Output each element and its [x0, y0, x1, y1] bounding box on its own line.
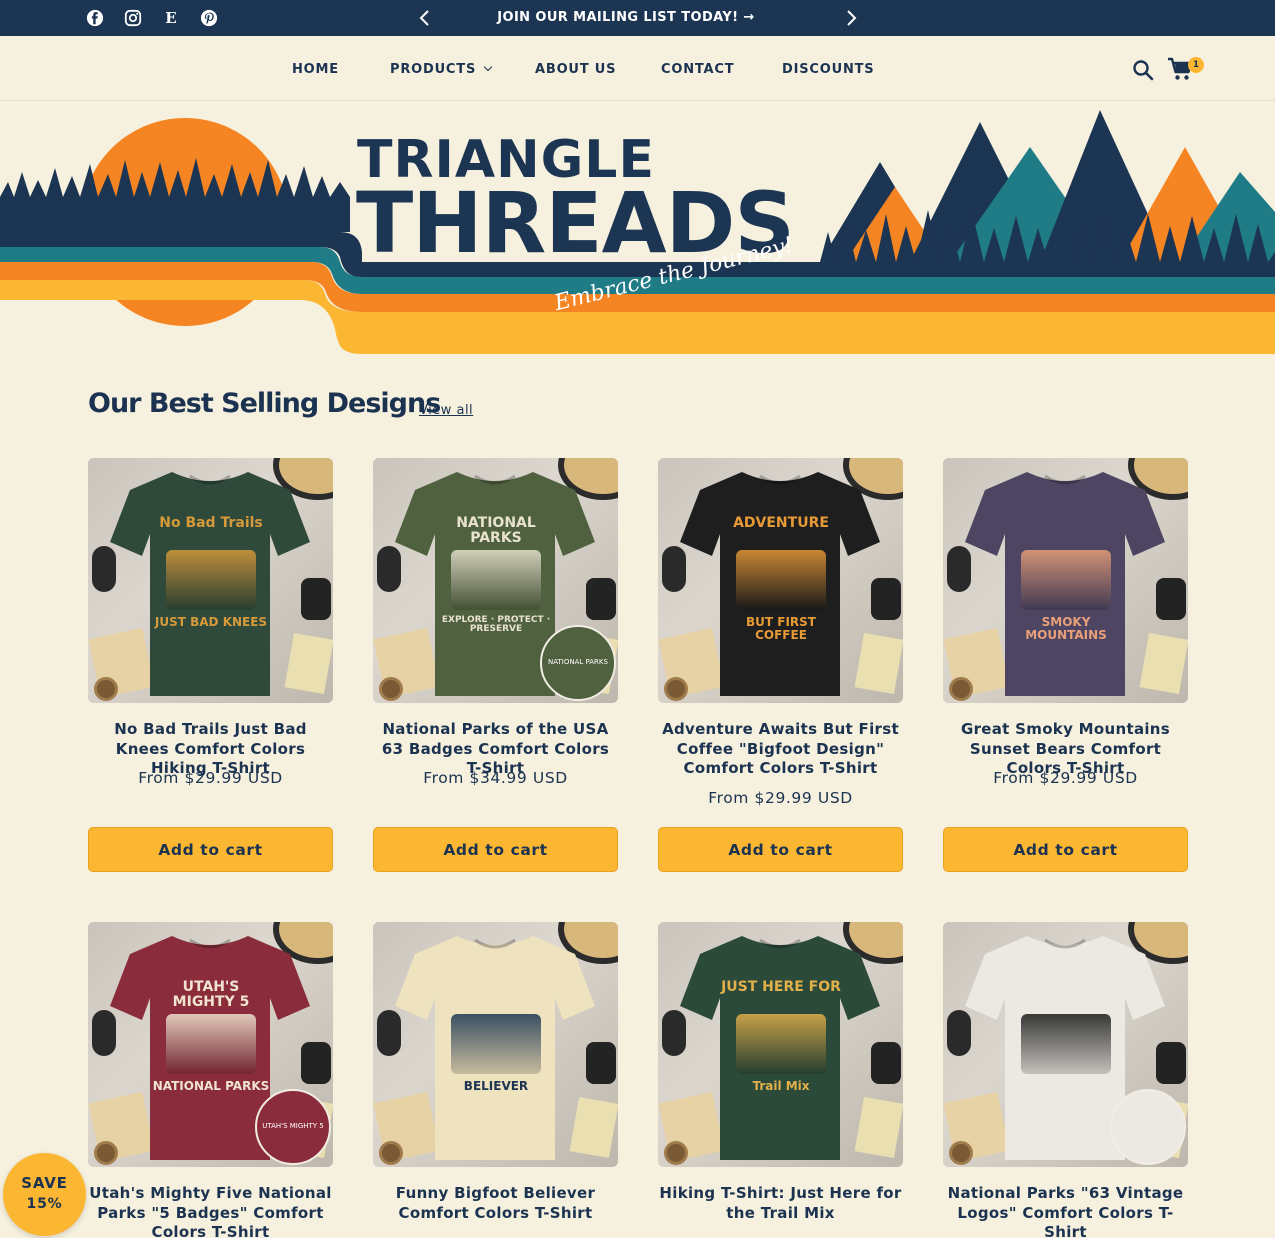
back-print-text: UTAH'S MIGHTY 5 [262, 1122, 324, 1131]
facebook-icon[interactable] [86, 9, 104, 27]
shirt-graphic [166, 550, 256, 610]
product-title[interactable]: Funny Bigfoot Believer Comfort Colors T-… [373, 1184, 618, 1223]
product-price: From $29.99 USD [708, 788, 853, 807]
back-print-inset: UTAH'S MIGHTY 5 [255, 1089, 331, 1165]
shirt-graphic [736, 550, 826, 610]
shirt-graphic [1021, 550, 1111, 610]
product-image[interactable]: NATIONAL PARKS EXPLORE · PROTECT · PRESER… [373, 458, 618, 703]
product-price: From $34.99 USD [423, 769, 568, 787]
instagram-icon[interactable] [124, 9, 142, 27]
nav-products[interactable]: PRODUCTS [390, 62, 493, 77]
product-title[interactable]: Utah's Mighty Five National Parks "5 Bad… [88, 1184, 333, 1238]
pinterest-icon[interactable] [200, 9, 218, 27]
product-price: From $29.99 USD [993, 769, 1138, 787]
product-price: From $29.99 USD [138, 769, 283, 787]
section-title: Our Best Selling Designs [88, 388, 441, 419]
cart-count-badge: 1 [1188, 57, 1204, 73]
add-to-cart-button[interactable]: Add to cart [943, 827, 1188, 872]
shirt-print-top: UTAH'S MIGHTY 5 [172, 979, 250, 1010]
announcement-bar: E JOIN OUR MAILING LIST TODAY! → [0, 0, 1275, 36]
main-nav: HOME PRODUCTS ABOUT US CONTACT DISCOUNTS [0, 37, 1275, 101]
shirt-graphic [166, 1014, 256, 1074]
save-discount-badge[interactable]: SAVE 15% [3, 1153, 86, 1236]
nav-discounts[interactable]: DISCOUNTS [782, 62, 874, 77]
prev-announcement-button[interactable] [414, 7, 436, 29]
nav-home[interactable]: HOME [292, 62, 339, 77]
search-icon[interactable] [1132, 59, 1154, 81]
shirt-graphic [736, 1014, 826, 1074]
etsy-icon[interactable]: E [162, 9, 180, 27]
product-image[interactable] [943, 922, 1188, 1167]
mailing-list-link[interactable]: JOIN OUR MAILING LIST TODAY! → [440, 10, 812, 25]
save-badge-line1: SAVE [21, 1174, 68, 1192]
back-print-text: NATIONAL PARKS [548, 658, 608, 667]
nav-contact[interactable]: CONTACT [661, 62, 734, 77]
product-image[interactable]: SMOKY MOUNTAINS [943, 458, 1188, 703]
nav-about[interactable]: ABOUT US [535, 62, 616, 77]
shirt-graphic [451, 1014, 541, 1074]
save-badge-line2: 15% [26, 1196, 63, 1212]
shirt-print-bottom: NATIONAL PARKS [152, 1079, 270, 1093]
product-image[interactable]: ADVENTURE BUT FIRST COFFEE [658, 458, 903, 703]
shirt-print-top: JUST HERE FOR [721, 979, 841, 995]
shirt-print-top: NATIONAL PARKS [456, 515, 536, 546]
product-image[interactable]: JUST HERE FOR Trail Mix [658, 922, 903, 1167]
back-print-inset [1110, 1089, 1186, 1165]
shirt-print-bottom: BUT FIRST COFFEE [746, 615, 816, 642]
shirt-print-top: ADVENTURE [733, 515, 829, 531]
shirt-print-bottom: SMOKY MOUNTAINS [1025, 615, 1107, 642]
shirt-print-top: No Bad Trails [159, 515, 263, 531]
product-image[interactable]: BELIEVER [373, 922, 618, 1167]
product-image[interactable]: UTAH'S MIGHTY 5 NATIONAL PARKS UTAH'S MIGH… [88, 922, 333, 1167]
add-to-cart-button[interactable]: Add to cart [658, 827, 903, 872]
product-title[interactable]: National Parks "63 Vintage Logos" Comfor… [943, 1184, 1188, 1238]
product-image[interactable]: No Bad Trails JUST BAD KNEES [88, 458, 333, 703]
shirt-graphic [1021, 1014, 1111, 1074]
product-title[interactable]: Hiking T-Shirt: Just Here for the Trail … [658, 1184, 903, 1223]
add-to-cart-button[interactable]: Add to cart [88, 827, 333, 872]
view-all-link[interactable]: View all [419, 403, 473, 418]
shirt-print-bottom: EXPLORE · PROTECT · PRESERVE [441, 615, 551, 635]
back-print-inset: NATIONAL PARKS [540, 625, 616, 701]
shirt-print-bottom: BELIEVER [463, 1079, 529, 1093]
shirt-graphic [451, 550, 541, 610]
add-to-cart-button[interactable]: Add to cart [373, 827, 618, 872]
chevron-down-icon [483, 62, 493, 72]
shirt-print-bottom: Trail Mix [752, 1079, 810, 1093]
shirt-print-bottom: JUST BAD KNEES [154, 615, 268, 629]
next-announcement-button[interactable] [840, 7, 862, 29]
nav-products-label: PRODUCTS [390, 62, 477, 77]
product-title[interactable]: Adventure Awaits But First Coffee "Bigfo… [658, 720, 903, 779]
